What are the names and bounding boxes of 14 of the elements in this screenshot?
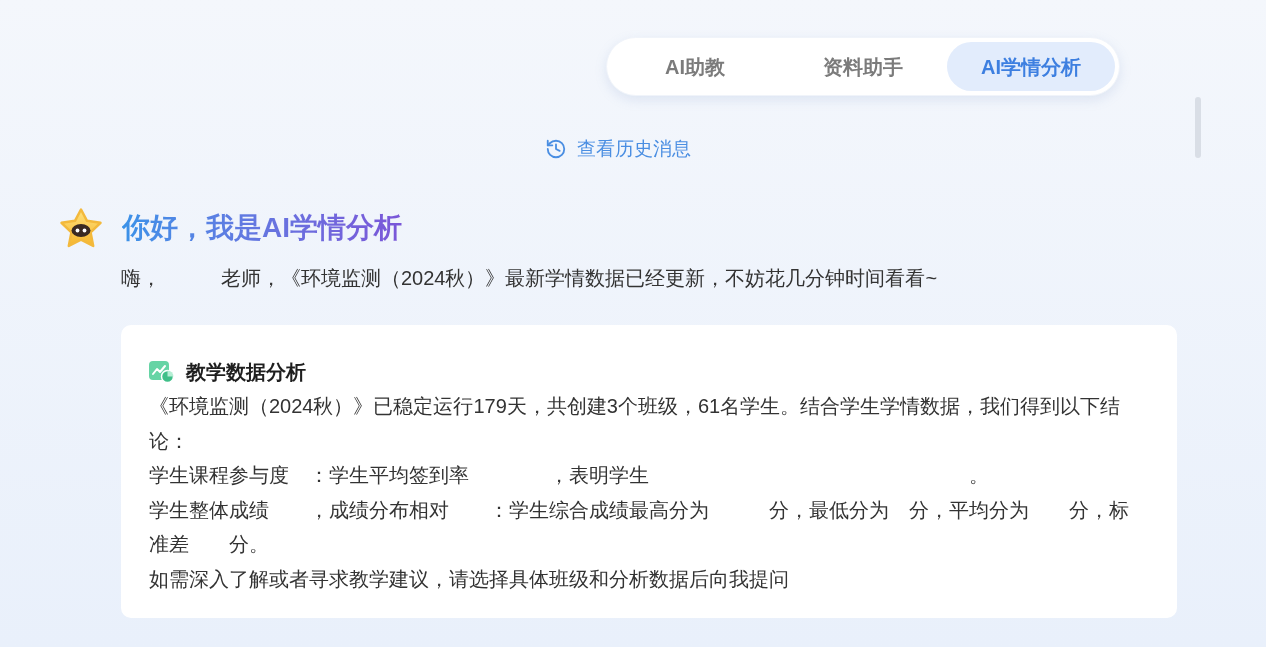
star-mascot-icon bbox=[58, 207, 104, 249]
chart-icon bbox=[149, 360, 175, 384]
tab[interactable]: AI助教 bbox=[611, 42, 779, 91]
card-title: 教学数据分析 bbox=[186, 360, 306, 385]
analysis-paragraph: 《环境监测（2024秋）》已稳定运行179天，共创建3个班级，61名学生。结合学生学情数据，我们得到以下结论： bbox=[149, 394, 1122, 454]
history-icon bbox=[544, 138, 567, 160]
analysis-paragraph: 学生整体成绩 ，成绩分布相对 ：学生综合成绩最高分为 分，最低分为 分，平均分为 分，标准差 分。 bbox=[149, 497, 1130, 557]
scrollbar-thumb[interactable] bbox=[1195, 97, 1201, 158]
analysis-paragraph: 如需深入了解或者寻求教学建议，请选择具体班级和分析数据后向我提问 bbox=[149, 566, 790, 592]
history-link[interactable]: 查看历史消息 bbox=[544, 136, 691, 162]
greeting-message: 嗨， 老师，《环境监测（2024秋）》最新学情数据已经更新，不妨花几分钟时间看看~ bbox=[121, 266, 938, 291]
analysis-paragraph: 学生课程参与度 ：学生平均签到率 ，表明学生 。 bbox=[149, 463, 990, 488]
tab[interactable]: AI学情分析 bbox=[947, 42, 1115, 91]
tab[interactable]: 资料助手 bbox=[779, 42, 947, 91]
